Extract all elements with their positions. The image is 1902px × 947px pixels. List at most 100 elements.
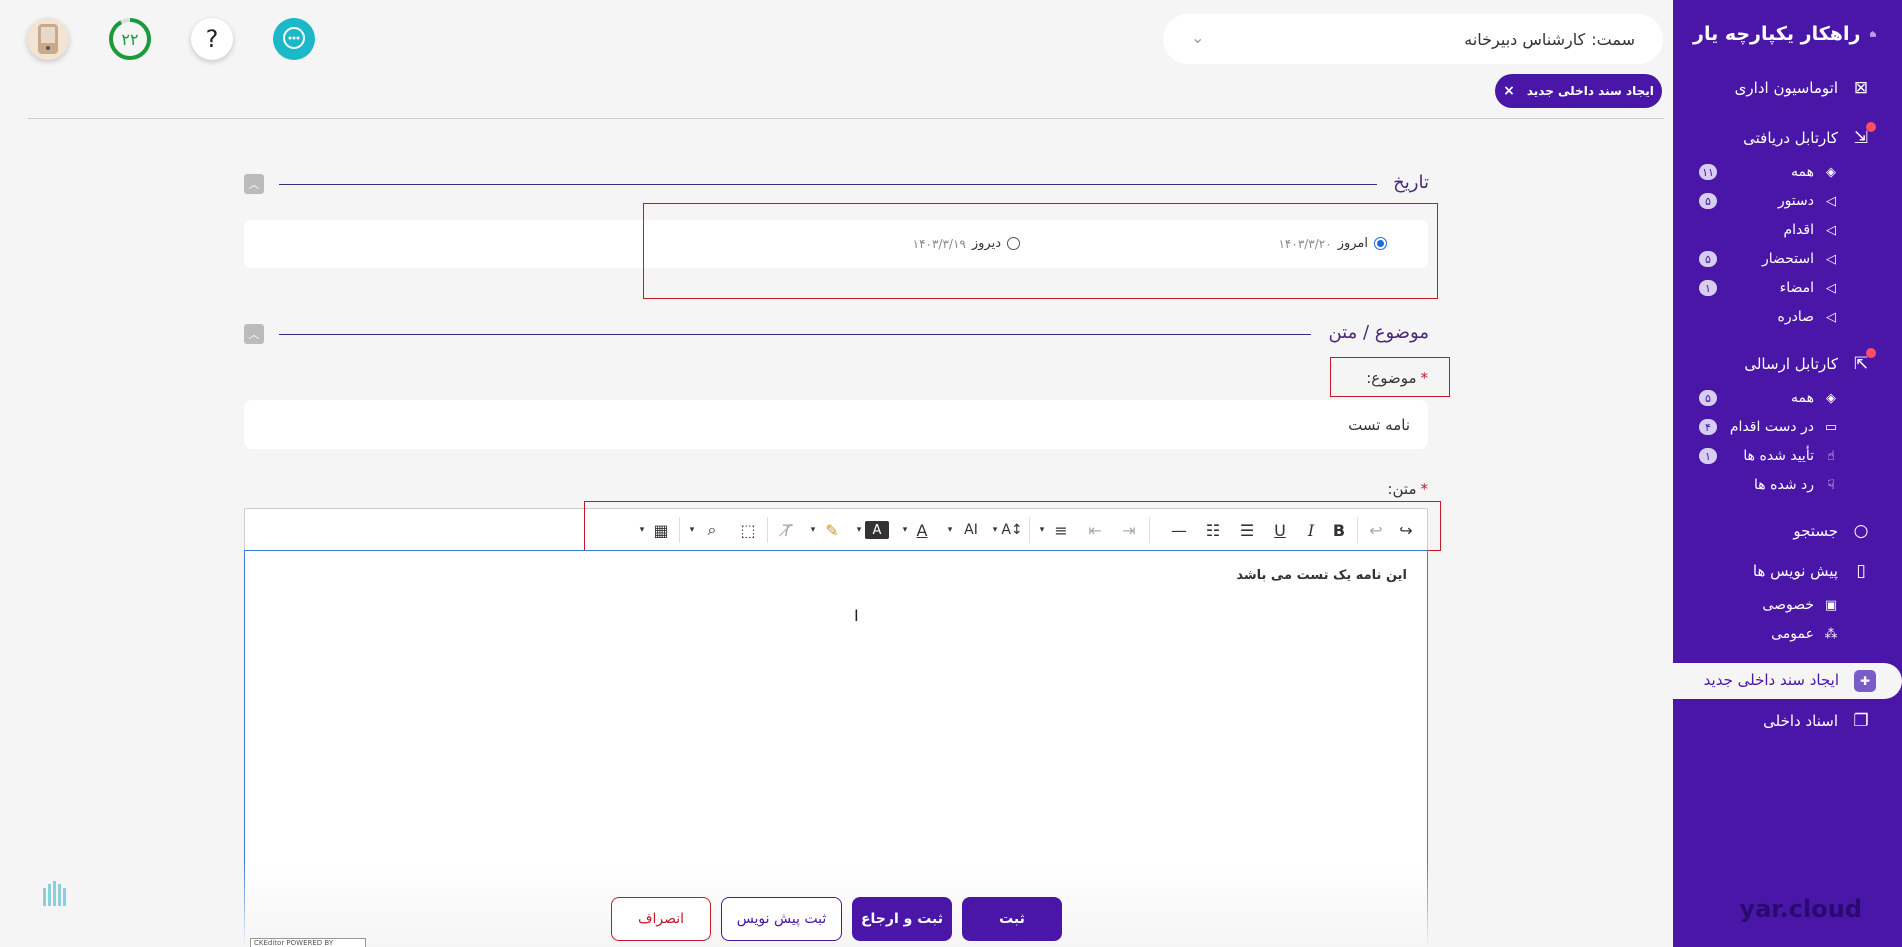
- subject-value: نامه تست: [1348, 415, 1410, 434]
- sidebar-sub-received-info[interactable]: ◁ استحضار ۵: [1673, 247, 1902, 271]
- submit-button[interactable]: ثبت: [962, 897, 1062, 941]
- divider: [28, 118, 1664, 119]
- date-section-title: تاریخ: [1393, 172, 1429, 193]
- floating-logo-icon[interactable]: [42, 880, 68, 908]
- subject-label-text: موضوع:: [1366, 369, 1417, 387]
- outbox-upload-icon: ⇱: [1846, 348, 1876, 374]
- docs-icon: ❐: [1853, 711, 1869, 731]
- chevron-up-icon: ︿: [248, 328, 260, 341]
- radio-label: امروز: [1337, 236, 1368, 251]
- count-badge: ۱۱: [1699, 164, 1717, 180]
- thumbs-up-icon: ☝: [1827, 448, 1835, 464]
- inbox-download-icon: ⇲: [1846, 122, 1876, 148]
- save-draft-button[interactable]: ثبت پیش نویس: [721, 897, 842, 941]
- ckeditor-badge[interactable]: CKEditor POWERED BY: [250, 938, 366, 947]
- chat-icon: [283, 27, 305, 49]
- required-mark: *: [1420, 369, 1429, 387]
- triangle-left-icon: ◁: [1826, 280, 1836, 296]
- section-divider: [279, 334, 1311, 335]
- sidebar-item-search[interactable]: ○ جستجو: [1673, 517, 1902, 545]
- count-badge: ۵: [1699, 251, 1717, 267]
- sidebar-item-received-inbox[interactable]: ⇲ کارتابل دریافتی: [1673, 122, 1902, 152]
- radio-date: ۱۴۰۳/۳/۲۰: [1278, 236, 1332, 251]
- sidebar-sub-received-action[interactable]: ◁ اقدام: [1673, 218, 1902, 242]
- chat-button[interactable]: [273, 18, 315, 60]
- count-badge: ۵: [1699, 390, 1717, 406]
- sidebar-sub-received-sign[interactable]: ◁ امضاء ۱: [1673, 276, 1902, 300]
- close-square-icon[interactable]: ⊠: [1846, 78, 1876, 98]
- sidebar-sub-label: خصوصی: [1762, 597, 1814, 613]
- sidebar-sub-drafts-public[interactable]: ⁂ عمومی: [1673, 622, 1902, 646]
- group-icon: ⁂: [1824, 626, 1838, 642]
- new-doc-icon: ✚: [1854, 670, 1876, 692]
- count-badge: ۵: [1699, 193, 1717, 209]
- sidebar-sub-label: عمومی: [1771, 626, 1814, 642]
- triangle-left-icon: ◁: [1826, 251, 1836, 267]
- sidebar-sub-sent-approved[interactable]: ☝ تأیید شده ها ۱: [1673, 444, 1902, 468]
- submit-return-button[interactable]: ثبت و ارجاع: [852, 897, 952, 941]
- sidebar-title: راهکار یکپارچه یار: [1693, 23, 1861, 45]
- sidebar-sub-label: همه: [1791, 390, 1814, 406]
- sidebar-sub-sent-all[interactable]: ◈ همه ۵: [1673, 386, 1902, 410]
- date-highlight-box: [643, 203, 1438, 299]
- sidebar-item-office-automation[interactable]: ⊠ اتوماسیون اداری: [1673, 74, 1902, 102]
- collapse-subject-button[interactable]: ︿: [244, 324, 264, 344]
- sidebar-sub-label: رد شده ها: [1754, 477, 1814, 493]
- user-avatar[interactable]: [27, 18, 69, 60]
- subject-label: *موضوع:: [1366, 369, 1428, 387]
- sidebar-sub-label: اقدام: [1783, 222, 1815, 238]
- sidebar-sub-received-order[interactable]: ◁ دستور ۵: [1673, 189, 1902, 213]
- radio-selected-icon[interactable]: [1374, 237, 1387, 250]
- text-cursor-icon: I: [854, 606, 859, 625]
- sidebar-sub-drafts-private[interactable]: ▣ خصوصی: [1673, 593, 1902, 617]
- sidebar-item-label: اتوماسیون اداری: [1734, 79, 1838, 97]
- sidebar-sub-received-issued[interactable]: ◁ صادره: [1673, 305, 1902, 329]
- count-badge: ۱: [1699, 280, 1717, 296]
- lock-icon: ▣: [1824, 597, 1838, 613]
- collapse-date-button[interactable]: ︿: [244, 174, 264, 194]
- sidebar-sub-label: صادره: [1777, 309, 1814, 325]
- help-button[interactable]: ?: [191, 18, 233, 60]
- radio-label: دیروز: [971, 236, 1001, 251]
- subject-input[interactable]: نامه تست: [244, 400, 1428, 449]
- tab-label: ایجاد سند داخلی جدید: [1526, 84, 1654, 98]
- progress-ring[interactable]: ۲۲: [109, 18, 151, 60]
- sidebar-sub-label: دستور: [1777, 193, 1814, 209]
- notification-dot: [1866, 122, 1876, 132]
- sidebar-item-drafts[interactable]: ▯ پیش نویس ها: [1673, 557, 1902, 585]
- required-mark: *: [1420, 480, 1429, 498]
- count-badge: ۱: [1699, 448, 1717, 464]
- tab-close-icon[interactable]: ×: [1503, 83, 1515, 99]
- sidebar-item-internal-docs[interactable]: ❐ اسناد داخلی: [1673, 707, 1902, 735]
- triangle-left-icon: ◁: [1826, 222, 1836, 238]
- layers-icon: ◈: [1826, 164, 1836, 180]
- role-selector[interactable]: سمت: کارشناس دبیرخانه ⌄: [1163, 14, 1663, 64]
- role-value: کارشناس دبیرخانه: [1464, 29, 1586, 49]
- radio-date: ۱۴۰۳/۳/۱۹: [912, 236, 966, 251]
- radio-unselected-icon[interactable]: [1007, 237, 1020, 250]
- sidebar-item-label: پیش نویس ها: [1752, 562, 1838, 580]
- open-book-icon: ▭: [1824, 419, 1838, 435]
- body-text: این نامه یک تست می باشد: [1236, 568, 1407, 583]
- sidebar-item-sent-inbox[interactable]: ⇱ کارتابل ارسالی: [1673, 348, 1902, 378]
- triangle-left-icon: ◁: [1826, 193, 1836, 209]
- chevron-down-icon: ⌄: [1191, 28, 1205, 47]
- date-option-today[interactable]: امروز ۱۴۰۳/۳/۲۰: [1278, 236, 1387, 251]
- avatar-icon: [38, 24, 58, 54]
- sidebar-sub-sent-rejected[interactable]: ☟ رد شده ها: [1673, 473, 1902, 497]
- brand-logo-icon: [1870, 31, 1877, 37]
- search-icon: ○: [1853, 521, 1869, 541]
- tab-new-internal-doc[interactable]: ایجاد سند داخلی جدید ×: [1495, 74, 1662, 108]
- sidebar-sub-received-all[interactable]: ◈ همه ۱۱: [1673, 160, 1902, 184]
- progress-count: ۲۲: [121, 29, 139, 49]
- role-prefix: سمت:: [1591, 29, 1635, 49]
- sidebar-item-new-internal-doc[interactable]: ✚ ایجاد سند داخلی جدید: [1673, 663, 1902, 699]
- triangle-left-icon: ◁: [1826, 309, 1836, 325]
- sidebar-sub-sent-inprogress[interactable]: ▭ در دست اقدام ۴: [1673, 415, 1902, 439]
- app-root: { "sidebar": { "title": "راهکار یکپارچه …: [0, 0, 1902, 947]
- sidebar-header: راهکار یکپارچه یار: [1693, 16, 1877, 52]
- cancel-button[interactable]: انصراف: [611, 897, 711, 941]
- sidebar: راهکار یکپارچه یار ⊠ اتوماسیون اداری ⇲ ک…: [1673, 0, 1902, 947]
- date-option-yesterday[interactable]: دیروز ۱۴۰۳/۳/۱۹: [913, 236, 1020, 251]
- help-icon: ?: [205, 25, 219, 53]
